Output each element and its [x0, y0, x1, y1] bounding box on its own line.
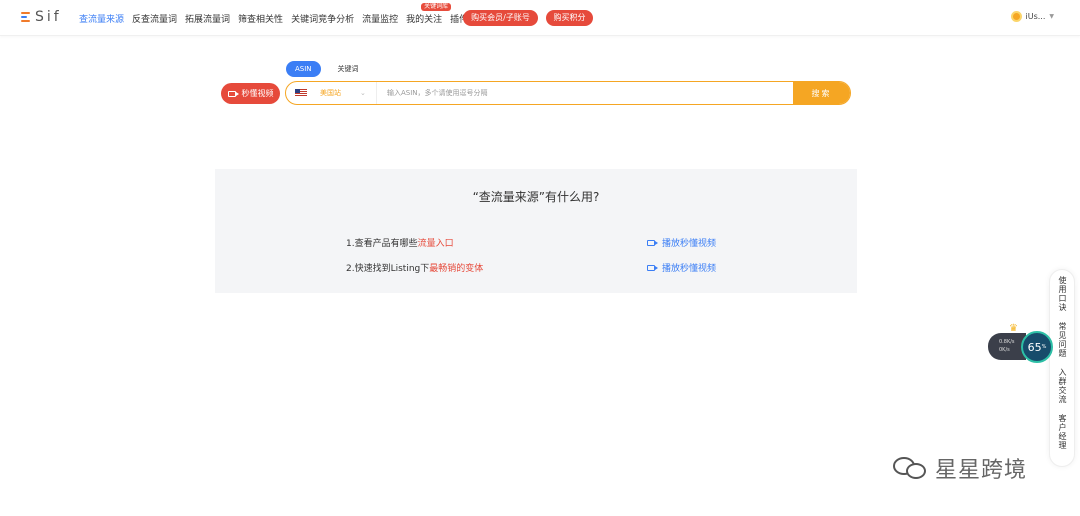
video-camera-icon	[647, 264, 658, 271]
keyword-library-badge[interactable]: 关键词库	[421, 3, 452, 11]
floating-help-sidebar: 使用口诀 常见问题 入群交流 客户经理	[1049, 269, 1075, 467]
user-avatar-icon	[1010, 11, 1022, 22]
user-menu[interactable]: iUs... ▼	[1010, 11, 1054, 22]
marketplace-label: 美国站	[320, 89, 341, 97]
play-video-label: 播放秒懂视频	[662, 264, 717, 274]
sidebar-item-tips[interactable]: 使用口诀	[1057, 276, 1067, 312]
asin-search-input[interactable]	[377, 82, 793, 104]
nav-item-competition-analysis[interactable]: 关键词竞争分析	[291, 12, 354, 25]
intro-item-2-text: 2.快速找到Listing下	[346, 264, 430, 274]
nav-item-relevance[interactable]: 筛查相关性	[238, 12, 283, 25]
search-mode-tabs: ASIN 关键词	[286, 61, 368, 77]
video-camera-icon	[227, 90, 239, 97]
nav-item-expand-keywords[interactable]: 拓展流量词	[185, 12, 230, 25]
logo-icon	[21, 11, 30, 23]
quick-video-button[interactable]: 秒懂视频	[221, 83, 280, 104]
intro-item-2: 2.快速找到Listing下最畅销的变体	[346, 261, 483, 274]
buy-member-button[interactable]: 购买会员/子账号	[463, 10, 538, 26]
logo[interactable]: Sif	[21, 9, 62, 25]
tab-keyword[interactable]: 关键词	[329, 61, 368, 77]
intro-item-1-highlight: 流量入口	[417, 239, 454, 249]
crown-icon: ♛	[1009, 323, 1018, 334]
gauge-percent-unit: %	[1041, 344, 1047, 350]
panel-title: “查流量来源”有什么用?	[472, 190, 600, 204]
tab-asin[interactable]: ASIN	[286, 61, 321, 77]
nav-item-traffic-monitor[interactable]: 流量监控	[362, 12, 398, 25]
intro-item-1-text: 1.查看产品有哪些	[346, 239, 418, 249]
play-video-link-2[interactable]: 播放秒懂视频	[647, 261, 716, 274]
sidebar-item-join-group[interactable]: 入群交流	[1057, 368, 1067, 404]
search-box: 美国站 ⌄ 搜索	[285, 81, 851, 105]
nav-item-traffic-source[interactable]: 查流量来源	[79, 12, 124, 25]
gauge-percent: 65	[1027, 340, 1042, 354]
chevron-down-icon: ⌄	[360, 89, 366, 97]
nav-item-reverse-keywords[interactable]: 反查流量词	[132, 12, 177, 25]
intro-item-2-highlight: 最畅销的变体	[429, 264, 484, 274]
user-name: iUs...	[1025, 12, 1046, 21]
logo-text: Sif	[35, 9, 62, 25]
sidebar-item-faq[interactable]: 常见问题	[1057, 322, 1067, 358]
top-navbar: Sif 查流量来源 反查流量词 拓展流量词 筛查相关性 关键词竞争分析 流量监控…	[0, 0, 1080, 36]
buy-points-button[interactable]: 购买积分	[546, 10, 593, 26]
quick-video-label: 秒懂视频	[241, 89, 274, 98]
sidebar-item-account-manager[interactable]: 客户经理	[1057, 414, 1067, 450]
main-nav: 查流量来源 反查流量词 拓展流量词 筛查相关性 关键词竞争分析 流量监控 关键词…	[79, 3, 476, 25]
intro-item-1: 1.查看产品有哪些流量入口	[346, 236, 454, 249]
watermark: 星星跨境	[893, 452, 1027, 484]
nav-item-my-follow-label: 我的关注	[406, 15, 443, 25]
feature-intro-panel: “查流量来源”有什么用? 1.查看产品有哪些流量入口 2.快速找到Listing…	[215, 169, 857, 293]
us-flag-icon	[295, 89, 307, 97]
marketplace-select[interactable]: 美国站 ⌄	[286, 82, 377, 104]
play-video-label: 播放秒懂视频	[662, 239, 717, 249]
chevron-down-icon: ▼	[1049, 13, 1054, 20]
watermark-text: 星星跨境	[935, 458, 1028, 483]
nav-item-my-follow[interactable]: 关键词库 我的关注	[406, 3, 452, 25]
search-button[interactable]: 搜索	[793, 82, 850, 104]
play-video-link-1[interactable]: 播放秒懂视频	[647, 236, 716, 249]
wechat-icon	[893, 455, 929, 481]
memory-gauge[interactable]: 65%	[1021, 331, 1053, 363]
video-camera-icon	[647, 239, 658, 246]
